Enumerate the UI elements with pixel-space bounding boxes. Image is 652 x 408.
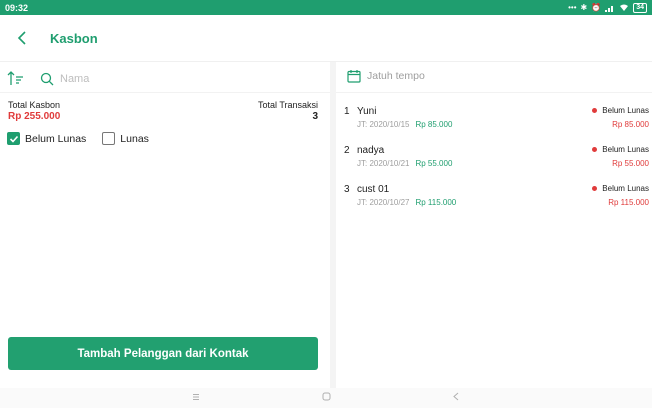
battery-icon: 34 xyxy=(633,2,647,13)
signal-icon xyxy=(605,5,614,12)
dots-icon: ••• xyxy=(568,3,577,12)
status-dot-icon xyxy=(592,147,598,152)
total-transaksi: Total Transaksi 3 xyxy=(258,100,318,122)
debt-list: 1 Yuni JT: 2020/10/15 Rp 85.000 Belum Lun… xyxy=(336,102,652,219)
list-item[interactable]: 2 nadya JT: 2020/10/21 Rp 55.000 Belum Lu… xyxy=(336,141,652,180)
home-nav-button[interactable] xyxy=(316,392,336,404)
remaining-amount: Rp 55.000 xyxy=(612,159,649,168)
customer-panel: Total Kasbon Rp 255.000 Total Transaksi … xyxy=(0,62,330,388)
remaining-amount: Rp 85.000 xyxy=(612,120,649,129)
debt-amount: Rp 55.000 xyxy=(415,159,453,168)
menu-nav-button[interactable] xyxy=(186,393,206,404)
debt-amount: Rp 115.000 xyxy=(415,198,457,207)
sort-button[interactable] xyxy=(6,69,26,89)
status-icons: ••• ✱ ⏰ 34 xyxy=(568,2,647,13)
list-item[interactable]: 3 cust 01 JT: 2020/10/27 Rp 115.000 Belum… xyxy=(336,180,652,219)
sort-icon xyxy=(7,71,23,85)
checkbox-lunas[interactable] xyxy=(102,132,116,145)
due-date-filter-label: Jatuh tempo xyxy=(367,70,425,82)
status-badge: Belum Lunas xyxy=(592,184,649,193)
due-date: JT: 2020/10/27 xyxy=(357,198,410,207)
calendar-icon xyxy=(347,70,361,83)
due-date: JT: 2020/10/21 xyxy=(357,159,410,168)
item-index: 1 xyxy=(344,106,350,117)
due-date: JT: 2020/10/15 xyxy=(357,120,410,129)
filter-lunas-label: Lunas xyxy=(120,132,149,145)
search-input[interactable] xyxy=(60,73,300,85)
status-filters: Belum Lunas Lunas xyxy=(7,132,165,145)
checkbox-belum-lunas[interactable] xyxy=(7,132,20,145)
filter-belum-lunas[interactable]: Belum Lunas xyxy=(7,132,86,145)
remaining-amount: Rp 115.000 xyxy=(608,198,649,207)
filter-belum-lunas-label: Belum Lunas xyxy=(25,132,87,145)
wifi-icon xyxy=(620,4,629,11)
add-customer-from-contacts-button[interactable]: Tambah Pelanggan dari Kontak xyxy=(8,337,318,370)
total-transaksi-label: Total Transaksi xyxy=(257,100,318,110)
system-nav-bar xyxy=(0,388,652,408)
chevron-left-icon xyxy=(17,31,26,45)
date-filter-divider xyxy=(336,92,652,93)
item-index: 3 xyxy=(344,184,350,195)
back-button[interactable] xyxy=(2,15,42,61)
customer-name: cust 01 xyxy=(357,184,390,195)
debt-list-panel: Jatuh tempo 1 Yuni JT: 2020/10/15 Rp 85.0… xyxy=(336,62,652,388)
item-meta: JT: 2020/10/27 Rp 115.000 xyxy=(357,198,456,207)
customer-name: Yuni xyxy=(357,106,377,117)
filter-lunas[interactable]: Lunas xyxy=(102,132,149,145)
search-icon xyxy=(40,72,54,86)
search-divider xyxy=(0,92,330,93)
status-dot-icon xyxy=(592,186,598,191)
customer-name: nadya xyxy=(357,145,385,156)
back-nav-icon xyxy=(453,392,459,401)
status-bar: 09:32 ••• ✱ ⏰ 34 xyxy=(0,0,652,15)
screen: 09:32 ••• ✱ ⏰ 34 Kasbon Nama Total Kasbo… xyxy=(0,0,652,408)
status-label: Belum Lunas xyxy=(602,106,649,115)
app-header: Kasbon xyxy=(0,15,652,61)
status-badge: Belum Lunas xyxy=(592,106,649,115)
status-badge: Belum Lunas xyxy=(592,145,649,154)
item-meta: JT: 2020/10/15 Rp 85.000 xyxy=(357,120,452,129)
debt-amount: Rp 85.000 xyxy=(415,120,453,129)
search-bar xyxy=(40,68,320,90)
alarm-icon: ⏰ xyxy=(591,3,602,12)
item-meta: JT: 2020/10/21 Rp 55.000 xyxy=(357,159,452,168)
back-nav-button[interactable] xyxy=(446,392,466,404)
status-label: Belum Lunas xyxy=(602,184,649,193)
item-index: 2 xyxy=(344,145,350,156)
menu-icon xyxy=(193,393,199,400)
list-item[interactable]: 1 Yuni JT: 2020/10/15 Rp 85.000 Belum Lun… xyxy=(336,102,652,141)
status-time: 09:32 xyxy=(5,2,29,13)
status-label: Belum Lunas xyxy=(602,145,649,154)
due-date-filter[interactable]: Jatuh tempo xyxy=(347,69,425,83)
bluetooth-icon: ✱ xyxy=(580,3,588,12)
home-icon xyxy=(322,392,330,401)
status-dot-icon xyxy=(592,108,598,113)
total-transaksi-value: 3 xyxy=(312,111,318,122)
summary: Total Kasbon Rp 255.000 Total Transaksi … xyxy=(8,100,318,122)
check-icon xyxy=(9,135,18,143)
page-title: Kasbon xyxy=(50,30,98,46)
